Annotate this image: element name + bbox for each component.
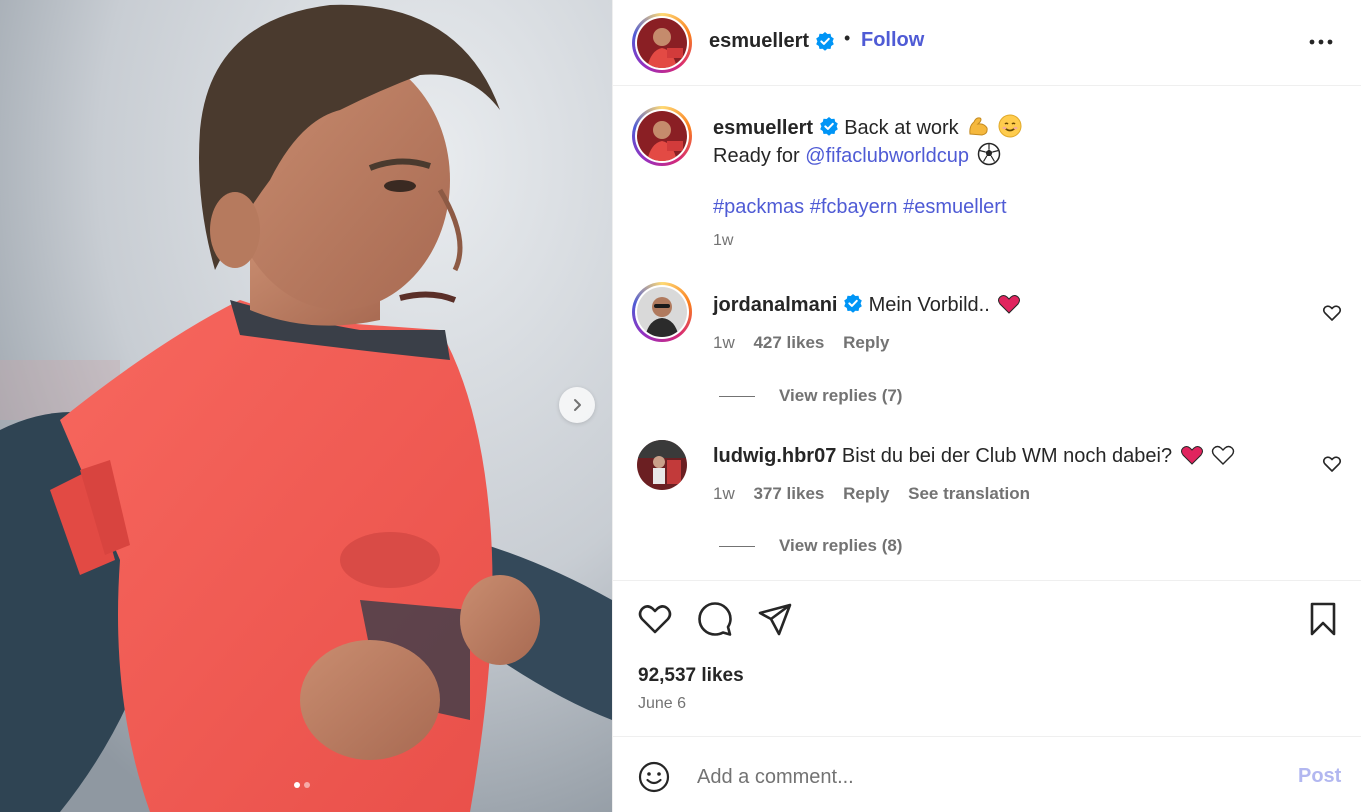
comment-text: Bist du bei der Club WM noch dabei? (841, 445, 1173, 467)
hashtag-link[interactable]: #fcbayern (810, 196, 898, 218)
chevron-right-icon (574, 399, 581, 411)
follow-button[interactable]: Follow (861, 29, 924, 52)
comment-likes[interactable]: 427 likes (753, 333, 824, 352)
carousel-dot-active (294, 782, 300, 788)
view-replies-button[interactable]: View replies (7) (719, 386, 902, 406)
comment-text: Mein Vorbild.. (868, 294, 990, 316)
comment-body: jordanalmani Mein Vorbild.. (713, 293, 1021, 317)
post-header: esmuellert • Follow (613, 0, 1361, 86)
caption-line-2-prefix: Ready for (713, 145, 800, 167)
comment-composer: Post (613, 736, 1361, 812)
comment-timestamp[interactable]: 1w (713, 333, 735, 352)
comment-input[interactable] (697, 761, 1257, 793)
emoji-picker-icon[interactable] (638, 761, 670, 793)
carousel-dot (304, 782, 310, 788)
post-date: June 6 (638, 695, 687, 712)
post-caption: esmuellert Back at work Ready for @fifac… (613, 86, 1361, 266)
carousel-next-button[interactable] (559, 387, 595, 423)
like-comment-heart-icon[interactable] (1322, 454, 1342, 474)
hashtag-link[interactable]: #esmuellert (903, 196, 1006, 218)
view-replies-label: View replies (8) (779, 536, 903, 555)
replies-divider (719, 396, 755, 398)
like-heart-icon[interactable] (637, 601, 673, 637)
separator-dot: • (844, 28, 851, 48)
comment-timestamp[interactable]: 1w (713, 484, 735, 503)
reply-button[interactable]: Reply (843, 484, 889, 503)
see-translation-button[interactable]: See translation (908, 484, 1030, 503)
commenter-avatar[interactable] (632, 282, 692, 342)
white-heart-emoji-icon (1212, 445, 1235, 465)
author-username[interactable]: esmuellert (709, 30, 809, 53)
post-like-count[interactable]: 92,537 likes (638, 665, 744, 687)
smiling-face-emoji-icon (998, 114, 1022, 138)
reply-button[interactable]: Reply (843, 333, 889, 352)
post-details-panel: esmuellert • Follow esmuellert Back at w… (612, 0, 1361, 812)
caption-username[interactable]: esmuellert (713, 117, 813, 139)
hashtags: #packmas #fcbayern #esmuellert (713, 196, 1007, 219)
red-heart-emoji-icon (998, 295, 1021, 314)
view-replies-label: View replies (7) (779, 386, 903, 405)
red-heart-emoji-icon (1180, 446, 1203, 465)
verified-badge-icon (819, 117, 838, 136)
replies-divider (719, 546, 755, 548)
save-bookmark-icon[interactable] (1305, 601, 1341, 637)
flexed-biceps-emoji-icon (969, 117, 988, 136)
commenter-username[interactable]: jordanalmani (713, 294, 837, 316)
soccer-ball-emoji-icon (977, 142, 1000, 166)
post-media[interactable] (0, 0, 612, 812)
commenter-avatar[interactable] (637, 440, 687, 490)
caption-timestamp[interactable]: 1w (713, 232, 733, 250)
comment-meta: 1w 377 likes Reply See translation (713, 484, 1044, 504)
carousel-indicator (294, 782, 310, 788)
post-photo (0, 0, 612, 812)
caption-line-2: Ready for @fifaclubworldcup (713, 142, 1001, 168)
caption-author-avatar[interactable] (632, 106, 692, 166)
caption-text: Back at work (844, 117, 959, 139)
hashtag-link[interactable]: #packmas (713, 196, 804, 218)
caption-line-1: esmuellert Back at work (713, 114, 1022, 140)
comment-likes[interactable]: 377 likes (753, 484, 824, 503)
post-comment-button[interactable]: Post (1298, 765, 1341, 788)
verified-badge-icon (844, 294, 862, 313)
comment-body: ludwig.hbr07 Bist du bei der Club WM noc… (713, 444, 1235, 468)
verified-badge-icon (816, 32, 834, 51)
like-comment-heart-icon[interactable] (1322, 303, 1342, 323)
comment-meta: 1w 427 likes Reply (713, 333, 903, 353)
share-paper-plane-icon[interactable] (757, 601, 793, 637)
comment-bubble-icon[interactable] (697, 601, 733, 637)
author-avatar[interactable] (632, 13, 692, 73)
commenter-username[interactable]: ludwig.hbr07 (713, 445, 836, 467)
post-actions: 92,537 likes June 6 (613, 580, 1361, 732)
mention-link[interactable]: @fifaclubworldcup (805, 145, 969, 167)
more-options-icon[interactable] (1307, 30, 1335, 54)
view-replies-button[interactable]: View replies (8) (719, 536, 902, 556)
